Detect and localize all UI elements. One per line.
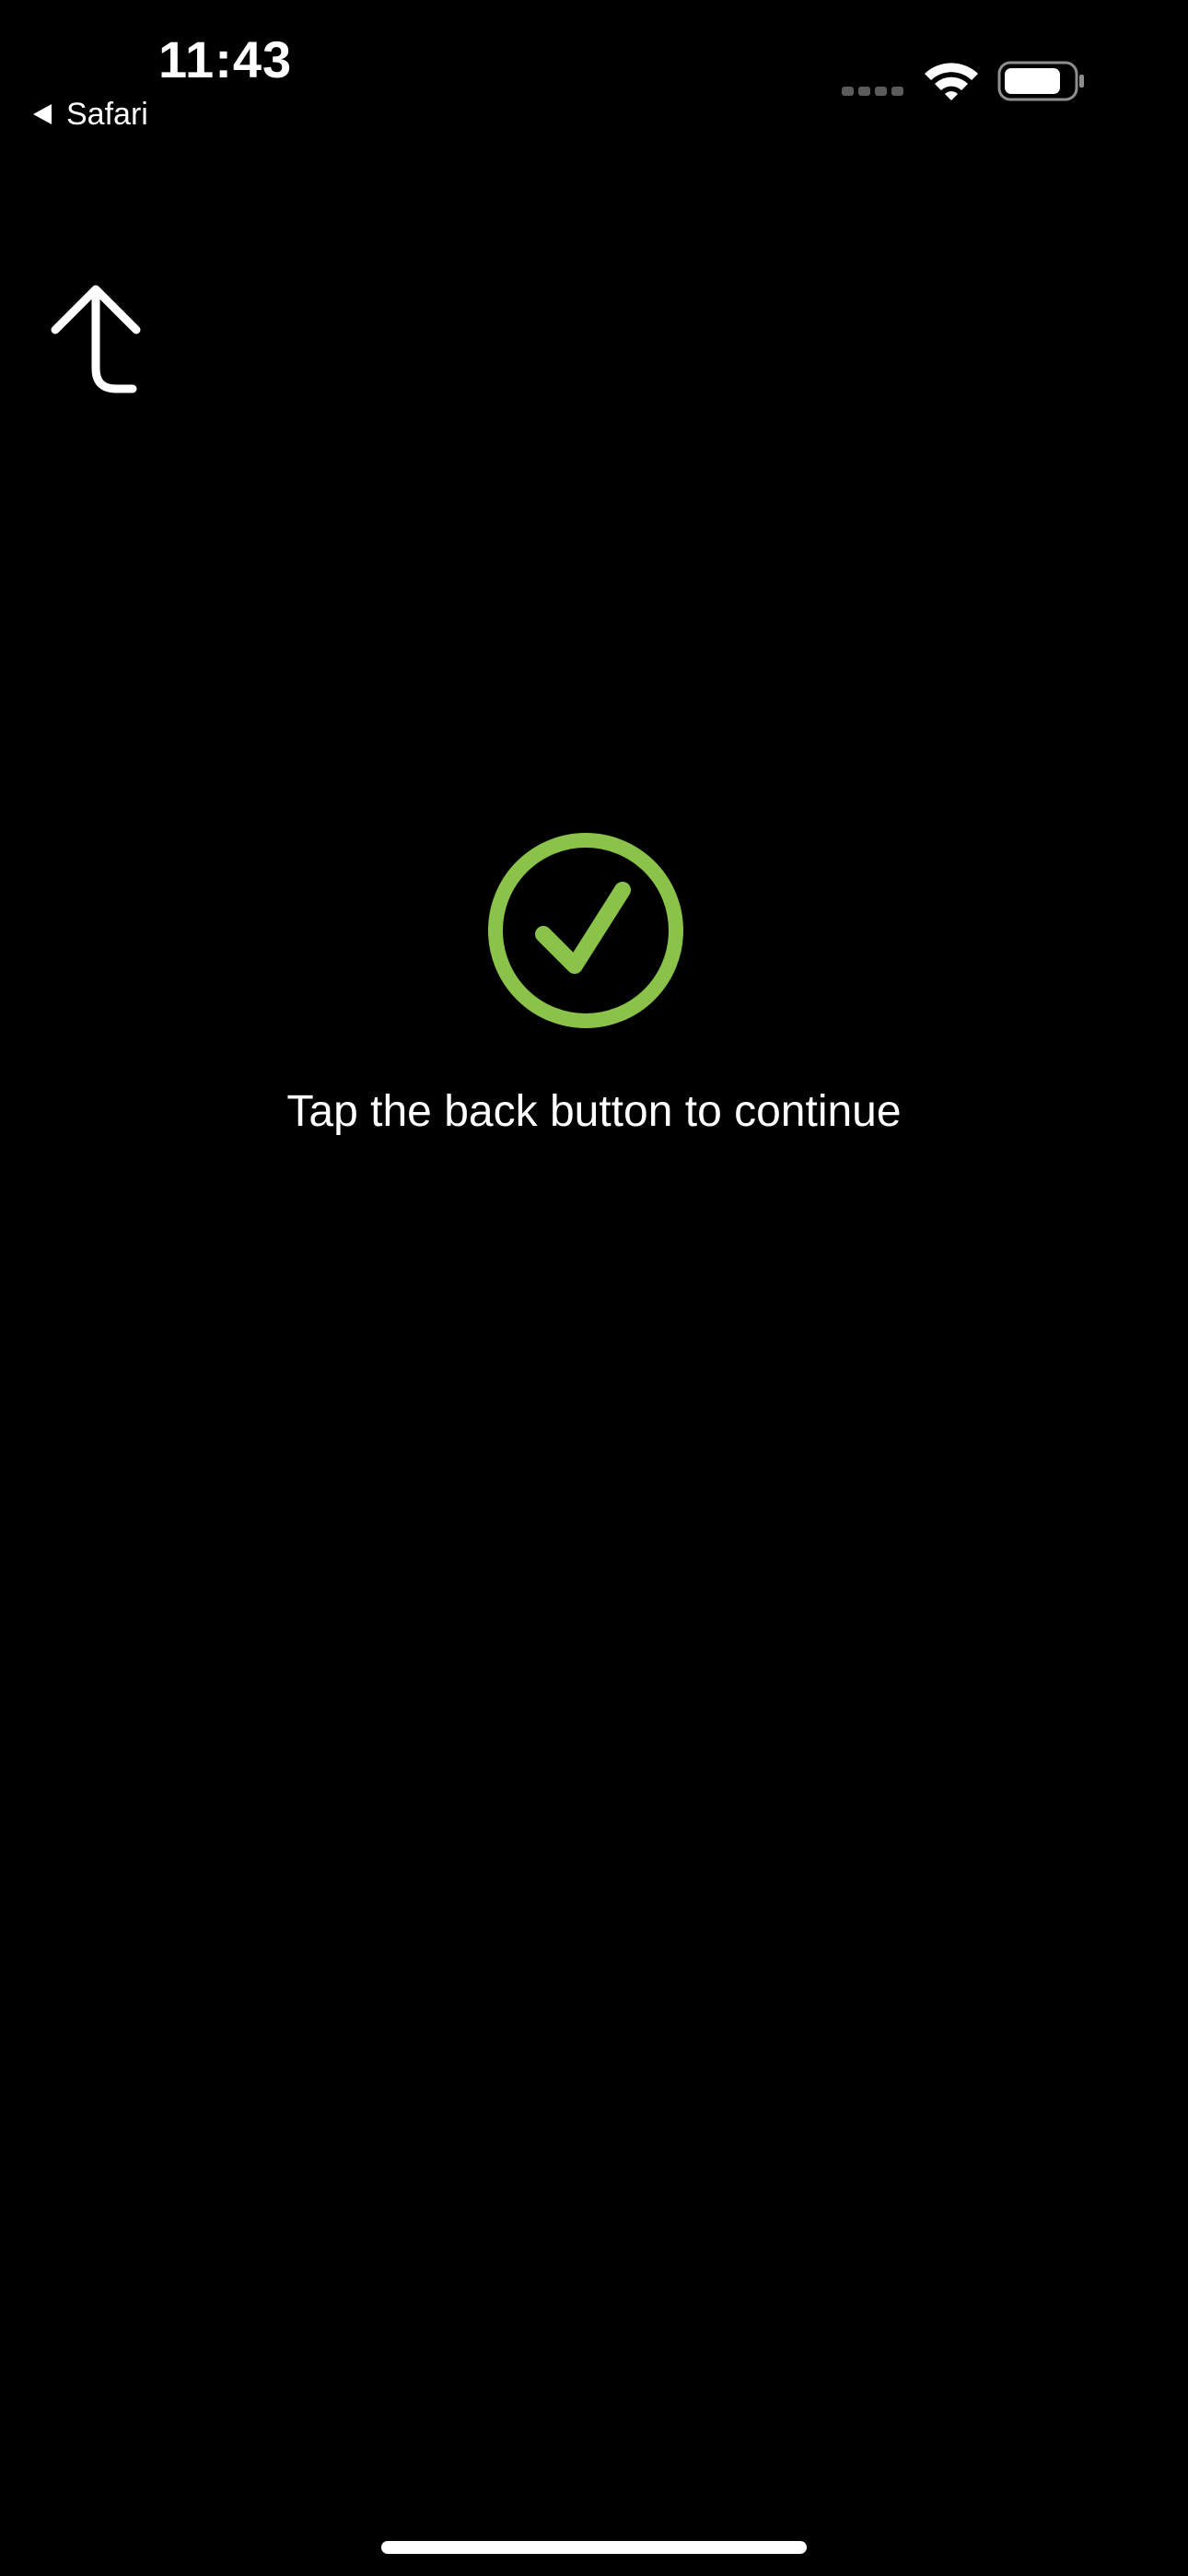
back-to-app-label: Safari — [66, 97, 148, 132]
back-triangle-icon — [33, 104, 52, 124]
back-to-safari-button[interactable]: Safari — [33, 94, 148, 135]
home-indicator[interactable] — [381, 2541, 807, 2554]
instruction-text: Tap the back button to continue — [286, 1087, 902, 1136]
back-arrow-icon[interactable] — [48, 282, 149, 402]
wifi-icon — [925, 63, 978, 100]
status-time: 11:43 — [158, 30, 293, 88]
check-circle-icon — [488, 833, 683, 1028]
cellular-signal-icon — [842, 87, 903, 96]
status-bar: 11:43 Safari — [0, 0, 1188, 147]
battery-icon — [997, 61, 1084, 101]
